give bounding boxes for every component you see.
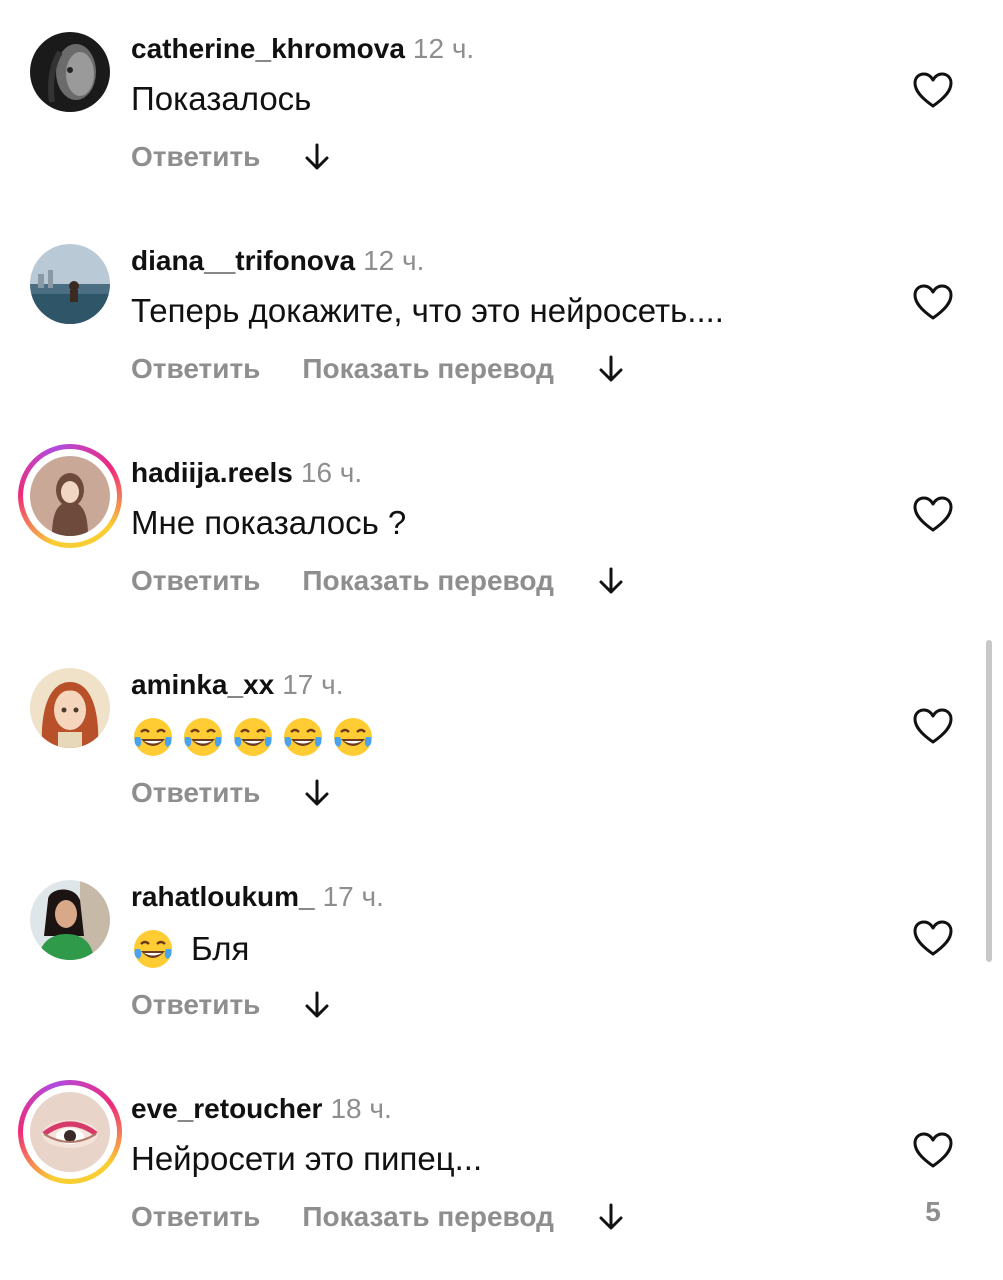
face-with-tears-of-joy-emoji bbox=[181, 715, 225, 759]
comment-item: catherine_khromova 12 ч. Показалось Ответ… bbox=[0, 0, 1003, 212]
face-with-tears-of-joy-emoji bbox=[131, 715, 175, 759]
username[interactable]: aminka_xx bbox=[131, 669, 274, 700]
username[interactable]: diana__trifonova bbox=[131, 245, 355, 276]
face-with-tears-of-joy-emoji bbox=[231, 715, 275, 759]
story-ring-avatar[interactable] bbox=[18, 1080, 122, 1184]
comment-item: rahatloukum_ 17 ч. Бля Ответить bbox=[0, 848, 1003, 1060]
comment-header: rahatloukum_ 17 ч. bbox=[131, 880, 384, 914]
avatar[interactable] bbox=[30, 244, 110, 324]
timestamp: 17 ч. bbox=[282, 669, 344, 700]
comment-actions: Ответить Показать перевод bbox=[131, 351, 624, 387]
comment-header: diana__trifonova 12 ч. bbox=[131, 244, 424, 278]
comment-text: Показалось bbox=[131, 80, 312, 117]
show-translation-button[interactable]: Показать перевод bbox=[302, 353, 554, 385]
face-with-tears-of-joy-emoji bbox=[281, 715, 325, 759]
arrow-down-icon[interactable] bbox=[598, 354, 624, 384]
show-translation-button[interactable]: Показать перевод bbox=[302, 1201, 554, 1233]
arrow-down-icon[interactable] bbox=[304, 142, 330, 172]
comment-text: Мне показалось ? bbox=[131, 504, 407, 541]
reply-button[interactable]: Ответить bbox=[131, 141, 260, 173]
comment-actions: Ответить bbox=[131, 139, 330, 175]
heart-outline-icon[interactable] bbox=[912, 494, 954, 536]
avatar bbox=[30, 456, 110, 536]
arrow-down-icon[interactable] bbox=[598, 566, 624, 596]
face-with-tears-of-joy-emoji bbox=[131, 927, 175, 971]
show-translation-button[interactable]: Показать перевод bbox=[302, 565, 554, 597]
heart-outline-icon[interactable] bbox=[912, 70, 954, 112]
heart-outline-icon[interactable] bbox=[912, 1130, 954, 1172]
avatar[interactable] bbox=[30, 880, 110, 960]
username[interactable]: eve_retoucher bbox=[131, 1093, 322, 1124]
comment-text-content: Бля bbox=[191, 930, 250, 967]
username[interactable]: hadiija.reels bbox=[131, 457, 293, 488]
timestamp: 17 ч. bbox=[322, 881, 384, 912]
timestamp: 12 ч. bbox=[412, 33, 475, 64]
reply-button[interactable]: Ответить bbox=[131, 777, 260, 809]
comment-header: eve_retoucher 18 ч. bbox=[131, 1092, 392, 1126]
avatar bbox=[30, 1092, 110, 1172]
comment-header: hadiija.reels 16 ч. bbox=[131, 456, 362, 490]
comment-item: hadiija.reels 16 ч. Мне показалось ? Отве… bbox=[0, 424, 1003, 636]
reply-button[interactable]: Ответить bbox=[131, 565, 260, 597]
avatar[interactable] bbox=[30, 32, 110, 112]
username[interactable]: rahatloukum_ bbox=[131, 881, 315, 912]
heart-outline-icon[interactable] bbox=[912, 918, 954, 960]
comment-text bbox=[131, 715, 381, 759]
comment-text: Бля bbox=[131, 927, 249, 971]
like-count[interactable]: 5 bbox=[912, 1196, 954, 1228]
reply-button[interactable]: Ответить bbox=[131, 989, 260, 1021]
reply-button[interactable]: Ответить bbox=[131, 353, 260, 385]
avatar[interactable] bbox=[30, 668, 110, 748]
timestamp: 18 ч. bbox=[330, 1093, 392, 1124]
arrow-down-icon[interactable] bbox=[598, 1202, 624, 1232]
username[interactable]: catherine_khromova bbox=[131, 33, 405, 64]
timestamp: 12 ч. bbox=[363, 245, 425, 276]
arrow-down-icon[interactable] bbox=[304, 990, 330, 1020]
story-ring-avatar[interactable] bbox=[18, 444, 122, 548]
comment-text: Теперь докажите, что это нейросеть.... bbox=[131, 292, 724, 329]
face-with-tears-of-joy-emoji bbox=[331, 715, 375, 759]
scrollbar[interactable] bbox=[986, 640, 992, 962]
reply-button[interactable]: Ответить bbox=[131, 1201, 260, 1233]
comment-item: eve_retoucher 18 ч. Нейросети это пипец..… bbox=[0, 1060, 1003, 1280]
timestamp: 16 ч. bbox=[300, 457, 363, 488]
arrow-down-icon[interactable] bbox=[304, 778, 330, 808]
comment-actions: Ответить bbox=[131, 987, 330, 1023]
comment-header: aminka_xx 17 ч. bbox=[131, 668, 344, 702]
heart-outline-icon[interactable] bbox=[912, 706, 954, 748]
comment-header: catherine_khromova 12 ч. bbox=[131, 32, 474, 66]
comment-item: diana__trifonova 12 ч. Теперь докажите, ч… bbox=[0, 212, 1003, 424]
comment-actions: Ответить Показать перевод bbox=[131, 1199, 624, 1235]
comment-text: Нейросети это пипец... bbox=[131, 1140, 483, 1177]
comment-item: aminka_xx 17 ч. Ответить bbox=[0, 636, 1003, 848]
heart-outline-icon[interactable] bbox=[912, 282, 954, 324]
comment-actions: Ответить bbox=[131, 775, 330, 811]
comment-actions: Ответить Показать перевод bbox=[131, 563, 624, 599]
